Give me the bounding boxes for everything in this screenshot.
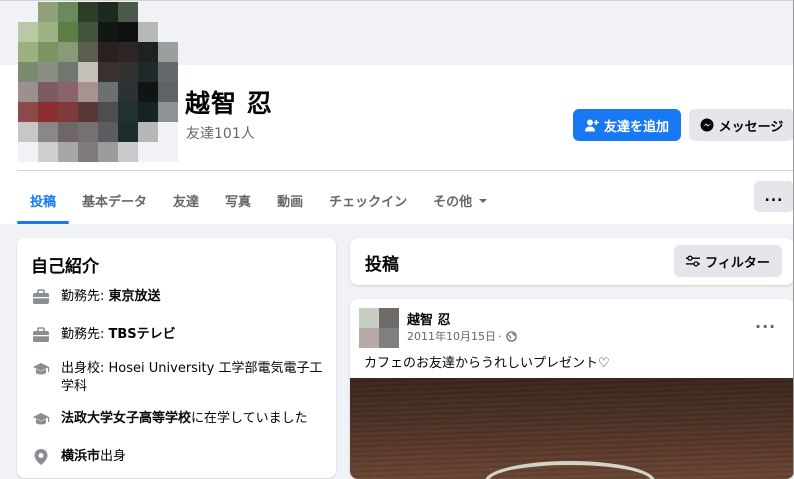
more-options-button[interactable]: ... xyxy=(754,181,794,212)
post-meta: 2011年10月15日 · xyxy=(407,328,517,344)
tab-about-label: 基本データ xyxy=(82,195,148,210)
filter-label: フィルター xyxy=(705,255,770,271)
briefcase-icon xyxy=(31,288,51,306)
post-date[interactable]: 2011年10月15日 xyxy=(407,328,496,344)
tab-posts-label: 投稿 xyxy=(30,195,57,210)
tab-checkins-label: チェックイン xyxy=(329,195,408,210)
profile-tabs: 投稿 基本データ 友達 写真 動画 チェックイン その他 xyxy=(17,178,501,224)
photo-plate xyxy=(485,461,655,479)
intro-hometown-link[interactable]: 横浜市 xyxy=(61,449,100,464)
post-options-button[interactable]: ... xyxy=(755,313,776,332)
intro-card: 自己紹介 勤務先: 東京放送 勤務先: TBSテレビ 出身校: Hosei Un… xyxy=(17,238,336,478)
privacy-globe-icon[interactable] xyxy=(505,330,517,342)
posts-title: 投稿 xyxy=(365,255,399,275)
add-friend-label: 友達を追加 xyxy=(603,119,669,135)
intro-item-workplace-1: 勤務先: 東京放送 xyxy=(31,288,323,306)
caret-down-icon xyxy=(479,198,488,203)
graduation-cap-icon xyxy=(31,410,51,428)
friends-count[interactable]: 友達101人 xyxy=(186,123,255,143)
add-friend-button[interactable]: 友達を追加 xyxy=(573,109,681,141)
tab-photos-label: 写真 xyxy=(225,195,252,210)
tab-more[interactable]: その他 xyxy=(420,178,501,223)
tab-videos-label: 動画 xyxy=(277,195,304,210)
tab-friends-label: 友達 xyxy=(173,195,200,210)
post-meta-separator: · xyxy=(498,329,502,343)
intro-item-prefix: 勤務先: xyxy=(61,289,109,304)
graduation-cap-icon xyxy=(31,360,51,378)
tab-videos[interactable]: 動画 xyxy=(264,178,316,223)
post-photo[interactable] xyxy=(350,378,794,479)
messenger-icon xyxy=(700,118,714,132)
intro-workplace-link[interactable]: 東京放送 xyxy=(109,289,161,304)
intro-item-workplace-2: 勤務先: TBSテレビ xyxy=(31,326,323,344)
intro-item-prefix: 勤務先: xyxy=(61,327,109,342)
briefcase-icon xyxy=(31,326,51,344)
tab-more-label: その他 xyxy=(433,195,473,210)
intro-item-education-highschool: 法政大学女子高等学校に在学していました xyxy=(31,410,323,428)
tab-about[interactable]: 基本データ xyxy=(69,178,160,223)
tab-photos[interactable]: 写真 xyxy=(212,178,264,223)
profile-avatar[interactable] xyxy=(18,2,178,162)
sliders-icon xyxy=(686,255,701,267)
post-author-avatar[interactable] xyxy=(359,308,399,348)
post-author-name[interactable]: 越智 忍 xyxy=(407,309,451,328)
intro-item-prefix: 出身校: xyxy=(61,361,109,376)
intro-school-link[interactable]: 法政大学女子高等学校 xyxy=(61,411,191,426)
posts-header-card: 投稿 フィルター xyxy=(350,238,794,285)
intro-item-hometown: 横浜市出身 xyxy=(31,448,323,466)
post-text: カフェのお友達からうれしいプレゼント♡ xyxy=(364,356,610,371)
message-button[interactable]: メッセージ xyxy=(689,109,794,141)
intro-workplace-link[interactable]: TBSテレビ xyxy=(109,327,176,342)
more-options-icon: ... xyxy=(764,188,784,205)
intro-title: 自己紹介 xyxy=(31,257,99,277)
intro-item-suffix: 出身 xyxy=(100,449,127,464)
intro-item-education-university: 出身校: Hosei University 工学部電気電子工学科 xyxy=(31,360,323,396)
post-card: 越智 忍 2011年10月15日 · ... カフェのお友達からうれしいプレゼン… xyxy=(350,299,794,479)
message-label: メッセージ xyxy=(718,119,784,135)
top-border xyxy=(0,0,794,1)
profile-name: 越智 忍 xyxy=(185,89,273,118)
add-person-icon xyxy=(584,119,599,131)
header-divider xyxy=(17,170,794,171)
tab-posts[interactable]: 投稿 xyxy=(17,178,70,224)
tab-friends[interactable]: 友達 xyxy=(160,178,212,223)
intro-item-suffix: に在学していました xyxy=(191,411,308,426)
tab-checkins[interactable]: チェックイン xyxy=(316,178,420,223)
location-pin-icon xyxy=(31,448,51,466)
filter-button[interactable]: フィルター xyxy=(674,245,782,277)
